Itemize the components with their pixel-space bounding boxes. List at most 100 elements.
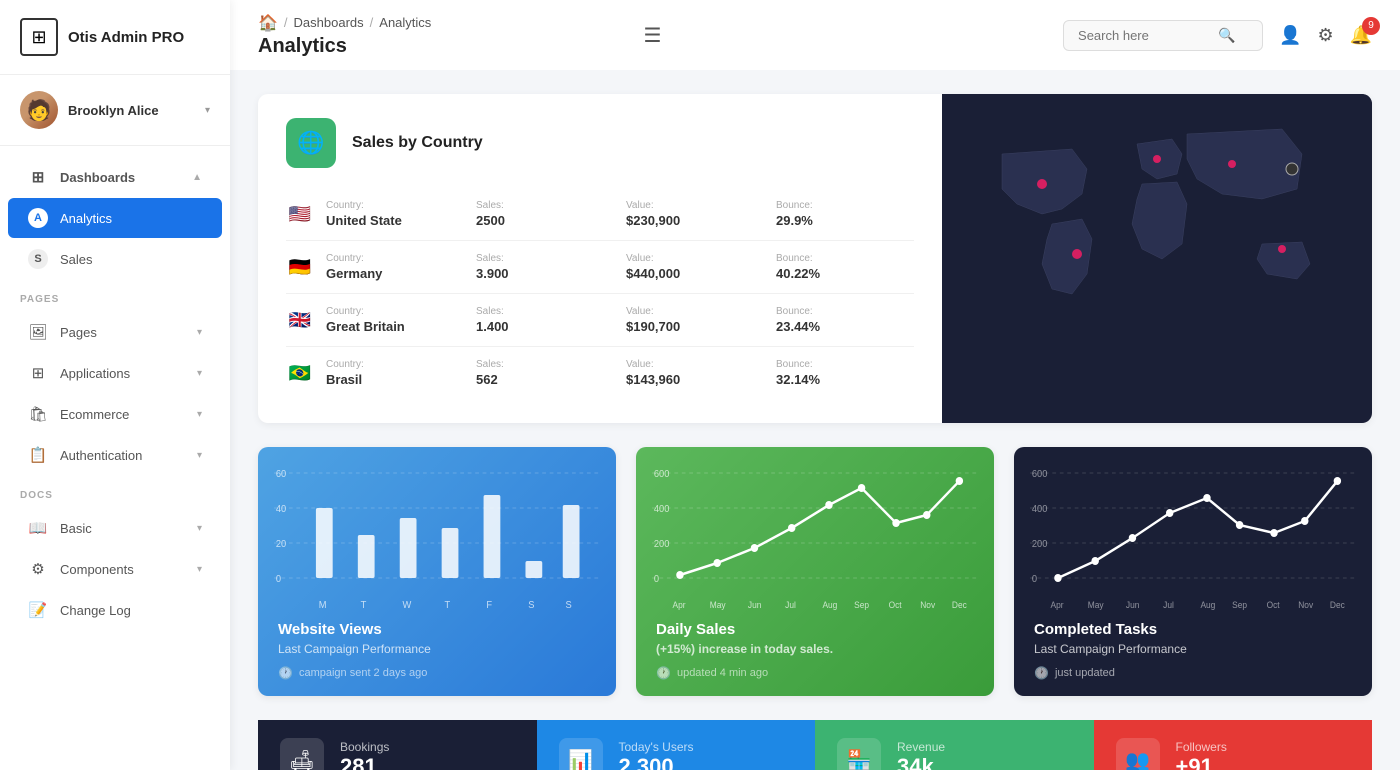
globe-icon: 🌐	[286, 118, 336, 168]
bounce-col: Bounce: 29.9%	[776, 200, 914, 228]
svg-text:Jul: Jul	[785, 600, 796, 610]
sidebar-item-analytics[interactable]: A Analytics	[8, 198, 222, 238]
stat-value: 34k	[897, 754, 1072, 770]
stat-icon: 👥	[1116, 738, 1160, 770]
topbar-icons: 👤 ⚙ 🔔 9	[1279, 25, 1372, 46]
page-title: Analytics	[258, 35, 347, 58]
website-views-subtitle: Last Campaign Performance	[278, 642, 596, 656]
sidebar-item-components[interactable]: ⚙ Components ▾	[8, 549, 222, 589]
breadcrumb: 🏠 / Dashboards / Analytics	[258, 13, 431, 33]
country-col: Country: United State	[326, 200, 464, 228]
country-col: Country: Great Britain	[326, 306, 464, 334]
notifications-button[interactable]: 🔔 9	[1350, 25, 1372, 46]
svg-text:200: 200	[654, 539, 670, 550]
svg-text:Oct: Oct	[1267, 600, 1281, 610]
settings-button[interactable]: ⚙	[1317, 25, 1333, 46]
search-icon: 🔍	[1218, 27, 1235, 44]
stat-value: 2,300	[619, 754, 794, 770]
svg-text:200: 200	[1032, 539, 1048, 550]
svg-text:F: F	[486, 600, 492, 611]
svg-text:W: W	[403, 600, 413, 611]
sidebar-item-label: Dashboards	[60, 170, 180, 185]
sidebar: ⊞ Otis Admin PRO 🧑 Brooklyn Alice ▾ ⊞ Da…	[0, 0, 230, 770]
svg-text:Apr: Apr	[672, 600, 685, 610]
pages-section-label: PAGES	[0, 280, 230, 311]
sidebar-item-pages[interactable]: 🖼 Pages ▾	[8, 312, 222, 352]
stat-card: 📊 Today's Users 2,300	[537, 720, 816, 770]
bounce-col: Bounce: 40.22%	[776, 253, 914, 281]
completed-tasks-chart: 600 400 200 0 Apr	[1014, 447, 1372, 607]
svg-text:Nov: Nov	[1298, 600, 1314, 610]
svg-text:Jun: Jun	[748, 600, 762, 610]
breadcrumb-dashboards[interactable]: Dashboards	[294, 15, 364, 30]
search-box[interactable]: 🔍	[1063, 20, 1263, 51]
completed-tasks-title: Completed Tasks	[1034, 621, 1352, 638]
flag-icon: 🇧🇷	[286, 363, 314, 383]
website-views-footer: Website Views Last Campaign Performance …	[258, 607, 616, 696]
svg-text:Sep: Sep	[854, 600, 869, 610]
sidebar-item-sales[interactable]: S Sales	[8, 239, 222, 279]
sidebar-item-authentication[interactable]: 📋 Authentication ▾	[8, 435, 222, 475]
clock-icon: 🕐	[278, 666, 293, 680]
completed-tasks-card: 600 400 200 0 Apr	[1014, 447, 1372, 696]
logo-area: ⊞ Otis Admin PRO	[0, 0, 230, 75]
website-views-time: 🕐 campaign sent 2 days ago	[278, 666, 596, 680]
svg-text:600: 600	[654, 469, 670, 480]
stat-icon: 🛋	[280, 738, 324, 770]
components-icon: ⚙	[28, 559, 48, 579]
ecommerce-icon: 🛍	[28, 404, 48, 424]
sales-by-country-card: 🌐 Sales by Country 🇺🇸 Country: United St…	[258, 94, 1372, 423]
svg-text:0: 0	[1032, 574, 1037, 585]
docs-section-label: DOCS	[0, 476, 230, 507]
sales-icon: S	[28, 249, 48, 269]
value-col: Value: $230,900	[626, 200, 764, 228]
website-views-card: 60 40 20 0 M T	[258, 447, 616, 696]
world-map	[942, 94, 1372, 374]
analytics-icon: A	[28, 208, 48, 228]
breadcrumb-sep2: /	[370, 15, 374, 30]
sidebar-item-label: Pages	[60, 325, 185, 340]
dashboard-icon: ⊞	[28, 167, 48, 187]
table-row: 🇧🇷 Country: Brasil Sales: 562 Value: $14…	[286, 347, 914, 399]
user-name: Brooklyn Alice	[68, 103, 195, 118]
sidebar-item-label: Applications	[60, 366, 185, 381]
stat-card: 👥 Followers +91	[1094, 720, 1373, 770]
sidebar-item-basic[interactable]: 📖 Basic ▾	[8, 508, 222, 548]
breadcrumb-home-icon: 🏠	[258, 13, 278, 33]
stat-label: Today's Users	[619, 740, 794, 754]
sidebar-item-dashboards[interactable]: ⊞ Dashboards ▲	[8, 157, 222, 197]
svg-text:Sep: Sep	[1232, 600, 1247, 610]
daily-sales-card: 600 400 200 0	[636, 447, 994, 696]
search-input[interactable]	[1078, 28, 1218, 43]
sidebar-item-applications[interactable]: ⊞ Applications ▾	[8, 353, 222, 393]
svg-text:Apr: Apr	[1050, 600, 1063, 610]
svg-text:400: 400	[654, 504, 670, 515]
svg-text:0: 0	[276, 574, 281, 585]
menu-toggle-button[interactable]: ☰	[634, 19, 672, 52]
completed-tasks-subtitle: Last Campaign Performance	[1034, 642, 1352, 656]
topbar: 🏠 / Dashboards / Analytics Analytics ☰ 🔍…	[230, 0, 1400, 70]
svg-text:Jul: Jul	[1163, 600, 1174, 610]
sidebar-item-label: Components	[60, 562, 185, 577]
sidebar-item-changelog[interactable]: 📝 Change Log	[8, 590, 222, 630]
chevron-down-icon: ▾	[197, 564, 202, 575]
chevron-down-icon: ▾	[205, 105, 210, 116]
flag-icon: 🇩🇪	[286, 257, 314, 277]
user-profile[interactable]: 🧑 Brooklyn Alice ▾	[0, 75, 230, 146]
svg-text:Nov: Nov	[920, 600, 936, 610]
chevron-down-icon: ▾	[197, 450, 202, 461]
profile-button[interactable]: 👤	[1279, 25, 1301, 46]
svg-text:T: T	[444, 600, 450, 611]
value-col: Value: $190,700	[626, 306, 764, 334]
sidebar-item-ecommerce[interactable]: 🛍 Ecommerce ▾	[8, 394, 222, 434]
daily-sales-time: 🕐 updated 4 min ago	[656, 666, 974, 680]
card-header: 🌐 Sales by Country	[286, 118, 914, 168]
svg-text:20: 20	[276, 539, 286, 550]
stat-info: Bookings 281	[340, 740, 515, 770]
svg-text:S: S	[528, 600, 534, 611]
sidebar-item-label: Authentication	[60, 448, 185, 463]
country-col: Country: Brasil	[326, 359, 464, 387]
stat-info: Revenue 34k	[897, 740, 1072, 770]
auth-icon: 📋	[28, 445, 48, 465]
stat-icon: 🏪	[837, 738, 881, 770]
